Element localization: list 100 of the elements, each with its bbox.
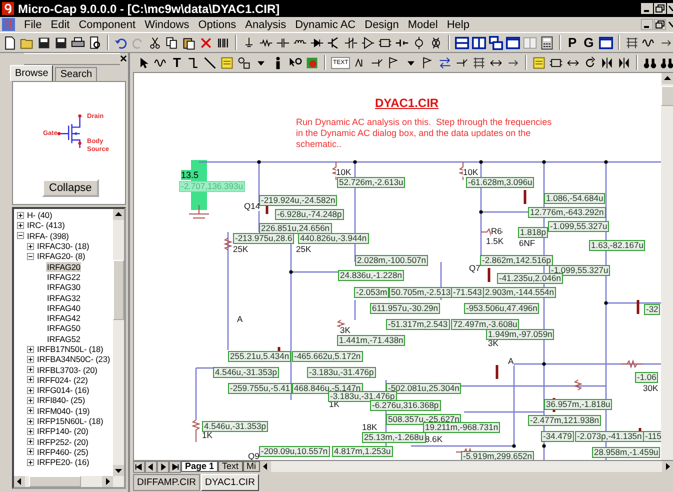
plus-box-icon[interactable]	[27, 356, 34, 363]
switch-icon[interactable]	[344, 36, 358, 50]
menu-item[interactable]: Options	[195, 18, 242, 30]
plus-box-icon[interactable]	[27, 346, 34, 352]
note-icon[interactable]	[532, 56, 546, 70]
menu-item[interactable]: Dynamic AC	[292, 18, 362, 30]
scrollbar[interactable]	[113, 209, 124, 476]
toolbar-button[interactable]: P	[566, 34, 579, 51]
wire-icon[interactable]	[186, 56, 200, 70]
help-icon[interactable]	[288, 56, 302, 70]
plus-box-icon[interactable]	[27, 407, 34, 414]
toolbar-button[interactable]: T	[171, 54, 183, 71]
scroll-left-icon[interactable]	[14, 476, 25, 487]
source-icon[interactable]	[412, 36, 426, 50]
minus-box-icon[interactable]	[17, 232, 24, 240]
tree-item[interactable]: IRFAG50	[46, 323, 82, 334]
transistor-icon[interactable]	[327, 36, 341, 50]
scroll-thumb[interactable]	[29, 476, 81, 487]
plus-box-icon[interactable]	[27, 396, 34, 404]
opamp-icon[interactable]	[361, 36, 375, 50]
panel-tab[interactable]: Search	[55, 67, 98, 81]
collapse-button[interactable]: Collapse	[42, 179, 99, 197]
plus-box-icon[interactable]	[17, 222, 24, 229]
plus-box-icon[interactable]	[27, 448, 34, 456]
tree-item[interactable]: H- (40)	[26, 210, 54, 220]
plus-box-icon[interactable]	[27, 458, 34, 466]
tree-item[interactable]: IRFAG22	[46, 272, 82, 282]
tree-item[interactable]: IRFM040- (19)	[36, 406, 91, 416]
menu-item[interactable]: Design	[362, 18, 405, 30]
tree-item[interactable]: IRFI840- (25)	[36, 395, 86, 406]
scroll-thumb[interactable]	[661, 86, 673, 106]
scroll-right-icon[interactable]	[102, 476, 113, 487]
tree-item[interactable]: IRFA- (398)	[26, 230, 70, 241]
scroll-up-icon[interactable]	[662, 73, 673, 84]
scrollbar[interactable]	[14, 476, 124, 487]
binoculars-icon[interactable]	[643, 56, 658, 70]
tree-item[interactable]: IRFP140- (20)	[36, 426, 90, 436]
tree-item[interactable]: IRFAG32	[46, 292, 82, 303]
tree-item[interactable]: IRFG014- (16)	[36, 385, 90, 396]
plus-box-icon[interactable]	[27, 418, 34, 425]
scroll-right-icon[interactable]	[662, 461, 673, 472]
tree-item[interactable]: IRFP252- (20)	[36, 436, 90, 447]
window-icon[interactable]	[506, 36, 520, 50]
toolbar-button[interactable]: G	[582, 34, 596, 51]
tree-item[interactable]: IRFF024- (22)	[36, 374, 89, 385]
grid-icon[interactable]	[624, 36, 639, 50]
plus-box-icon[interactable]	[27, 376, 34, 384]
tree-item[interactable]: IRFP460- (25)	[36, 446, 90, 457]
tree-item[interactable]: IRFAG52	[46, 334, 82, 344]
bars-icon[interactable]	[216, 36, 230, 50]
first-page-icon[interactable]	[133, 460, 145, 472]
menu-item[interactable]: File	[21, 18, 48, 30]
tree-item[interactable]: IRFAC30- (18)	[36, 241, 90, 252]
horizontal-tile-icon[interactable]	[455, 36, 469, 50]
capacitor-icon[interactable]	[276, 36, 290, 50]
page-tab[interactable]: Text	[218, 461, 243, 472]
next-page-icon[interactable]	[157, 460, 169, 472]
menu-item[interactable]: Windows	[142, 18, 196, 30]
tree-item[interactable]: IRFAG30	[46, 282, 82, 292]
tree-item[interactable]: IRFBA34N50C- (23)	[36, 354, 111, 364]
probe-icon[interactable]	[304, 56, 319, 70]
close-icon[interactable]	[667, 19, 673, 30]
tree-item[interactable]: IRFBL3703- (20)	[36, 364, 98, 375]
note-icon[interactable]	[220, 56, 234, 70]
plus-box-icon[interactable]	[27, 386, 34, 394]
flip-icon[interactable]	[600, 56, 614, 70]
plus-box-icon[interactable]	[27, 366, 34, 374]
file-tab[interactable]: DYAC1.CIR	[200, 474, 259, 491]
tree-item[interactable]: IRFAG20	[46, 262, 82, 272]
transformer-icon[interactable]	[429, 36, 443, 50]
last-page-icon[interactable]	[169, 460, 181, 472]
plus-box-icon[interactable]	[27, 438, 34, 446]
page-tab[interactable]: Page 1	[181, 461, 218, 472]
minimize-icon[interactable]	[641, 3, 653, 14]
previous-page-icon[interactable]	[145, 460, 157, 472]
restore-icon[interactable]	[654, 3, 666, 14]
calculator-icon[interactable]	[540, 36, 554, 50]
menu-item[interactable]: Component	[76, 18, 142, 30]
scissors-icon[interactable]	[148, 36, 162, 50]
close-icon[interactable]	[667, 3, 673, 14]
undo-icon[interactable]	[114, 36, 128, 50]
swap-icon[interactable]	[438, 56, 452, 70]
panel-tab[interactable]: Browse	[10, 65, 54, 81]
close-icon[interactable]	[120, 55, 127, 62]
binoculars-icon[interactable]	[660, 56, 673, 70]
print-preview-icon[interactable]	[88, 36, 102, 50]
tree-item[interactable]: IRFAG42	[46, 313, 82, 324]
tree-item[interactable]: IRFPE20- (16)	[36, 457, 90, 468]
tree-item[interactable]: IRFAG40	[46, 302, 82, 313]
rotate-icon[interactable]	[583, 56, 598, 70]
window-icon[interactable]	[598, 36, 613, 50]
vertical-tile-icon[interactable]	[472, 36, 486, 50]
scrollbar[interactable]	[661, 73, 673, 460]
page-tab[interactable]: Mi	[242, 461, 260, 472]
minimize-icon[interactable]	[641, 19, 653, 30]
minus-box-icon[interactable]	[27, 252, 34, 260]
scroll-thumb[interactable]	[113, 260, 124, 320]
plus-box-icon[interactable]	[27, 242, 34, 250]
menu-item[interactable]: Edit	[48, 18, 76, 30]
plus-box-icon[interactable]	[17, 212, 24, 219]
